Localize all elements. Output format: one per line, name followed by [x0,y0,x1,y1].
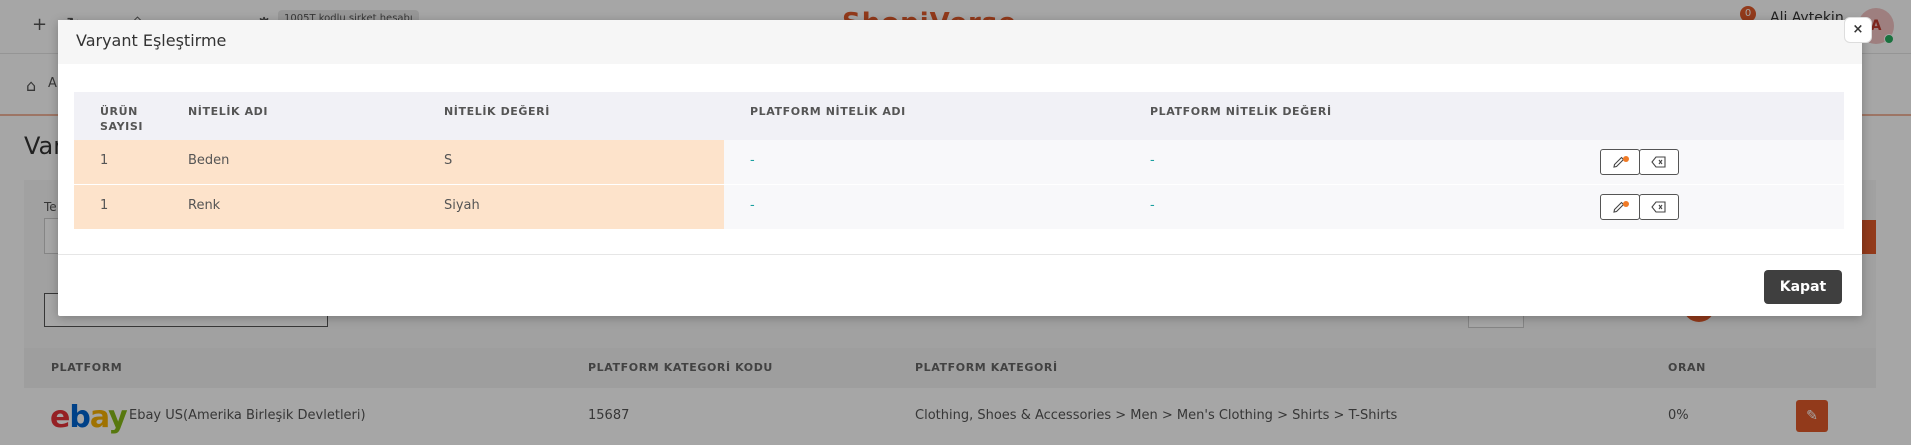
status-dot [1623,201,1629,207]
table-row: 1 Renk Siyah - - [74,185,1844,229]
clear-button[interactable] [1639,194,1679,220]
row-highlight [74,140,724,184]
product-count: 1 [100,198,109,213]
edit-button[interactable] [1600,149,1640,175]
modal-title: Varyant Eşleştirme [76,31,227,50]
platform-attribute-value: - [1150,198,1155,213]
platform-attribute-name: - [750,198,755,213]
variant-table-header: ÜRÜN SAYISI NİTELİK ADI NİTELİK DEĞERİ P… [74,92,1844,140]
platform-attribute-value: - [1150,153,1155,168]
platform-attribute-name: - [750,153,755,168]
edit-button[interactable] [1600,194,1640,220]
col-attribute-value: NİTELİK DEĞERİ [444,105,550,118]
status-dot [1623,156,1629,162]
col-platform-attribute-name: PLATFORM NİTELİK ADI [750,105,906,118]
attribute-value: Siyah [444,198,480,213]
table-row: 1 Beden S - - [74,140,1844,184]
backspace-icon [1651,201,1666,213]
col-attribute-name: NİTELİK ADI [188,105,269,118]
attribute-value: S [444,153,453,168]
close-icon[interactable]: × [1844,17,1872,43]
col-platform-attribute-value: PLATFORM NİTELİK DEĞERİ [1150,105,1332,118]
clear-button[interactable] [1639,149,1679,175]
close-button[interactable]: Kapat [1764,270,1842,304]
variant-matching-modal: Varyant Eşleştirme ÜRÜN SAYISI NİTELİK A… [58,20,1862,316]
backspace-icon [1651,156,1666,168]
attribute-name: Renk [188,198,221,213]
col-product-count: ÜRÜN SAYISI [100,105,144,133]
row-highlight [74,185,724,229]
attribute-name: Beden [188,153,230,168]
modal-header: Varyant Eşleştirme [58,20,1862,64]
product-count: 1 [100,153,109,168]
modal-divider [58,254,1862,255]
